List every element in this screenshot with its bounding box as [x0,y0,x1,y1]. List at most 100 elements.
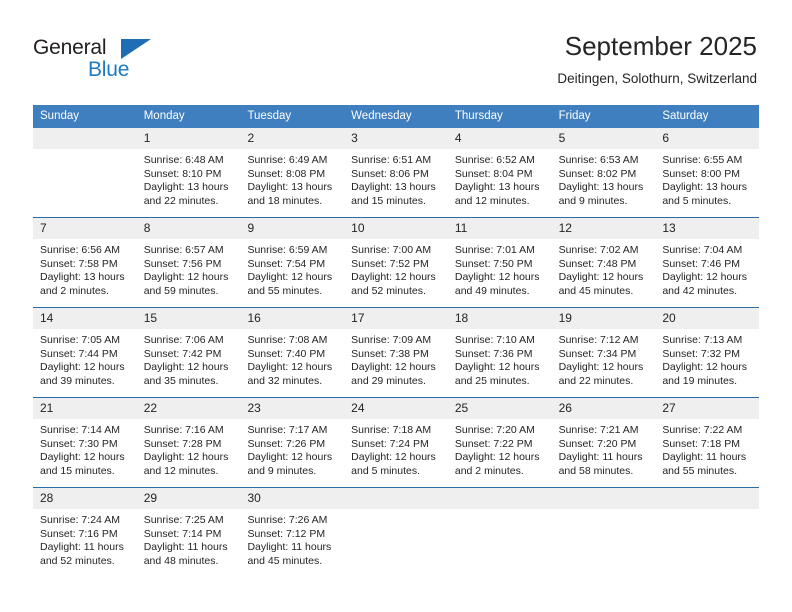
week-detail-band: Sunrise: 7:05 AM Sunset: 7:44 PM Daylight:… [33,329,759,397]
day-number[interactable]: 28 [33,488,137,509]
day-detail-line: Sunrise: 6:57 AM [143,244,224,256]
day-detail-line: and 39 minutes. [40,374,115,387]
day-detail-line: Daylight: 13 hours [143,181,229,194]
day-detail-line: Sunrise: 7:20 AM [454,424,535,436]
day-cell[interactable]: Sunrise: 6:56 AM Sunset: 7:58 PM Daylight:… [33,239,137,307]
day-cell[interactable]: Sunrise: 6:51 AM Sunset: 8:06 PM Daylight:… [344,149,448,217]
day-cell-empty [655,509,759,577]
day-number[interactable]: 11 [448,218,552,239]
day-cell[interactable]: Sunrise: 6:55 AM Sunset: 8:00 PM Daylight:… [655,149,759,217]
day-cell[interactable]: Sunrise: 7:05 AM Sunset: 7:44 PM Daylight:… [33,329,137,397]
day-detail-line: Sunrise: 7:26 AM [247,514,328,526]
day-cell[interactable]: Sunrise: 7:26 AM Sunset: 7:12 PM Daylight:… [240,509,344,577]
day-cell[interactable]: Sunrise: 6:53 AM Sunset: 8:02 PM Daylight:… [552,149,656,217]
day-detail-line: Sunset: 7:44 PM [40,347,118,360]
day-detail-line: Daylight: 11 hours [662,451,747,464]
day-cell[interactable]: Sunrise: 6:57 AM Sunset: 7:56 PM Daylight:… [137,239,241,307]
day-number[interactable]: 19 [552,308,656,329]
day-number[interactable]: 9 [240,218,344,239]
day-number[interactable]: 13 [655,218,759,239]
day-cell[interactable]: Sunrise: 7:08 AM Sunset: 7:40 PM Daylight:… [240,329,344,397]
day-detail-line: Sunset: 7:46 PM [662,257,740,270]
weekday-header-row: Sunday Monday Tuesday Wednesday Thursday… [33,105,759,128]
day-cell[interactable]: Sunrise: 7:21 AM Sunset: 7:20 PM Daylight:… [552,419,656,487]
day-number-empty [655,488,759,509]
week-date-band: 28 29 30 [33,488,759,509]
day-detail-line: Sunrise: 7:24 AM [40,514,120,526]
day-cell[interactable]: Sunrise: 6:49 AM Sunset: 8:08 PM Daylight:… [240,149,344,217]
day-number[interactable]: 17 [344,308,448,329]
day-number[interactable]: 8 [137,218,241,239]
day-number[interactable]: 7 [33,218,137,239]
day-number[interactable]: 10 [344,218,448,239]
day-cell[interactable]: Sunrise: 6:59 AM Sunset: 7:54 PM Daylight:… [240,239,344,307]
day-detail-line: and 59 minutes. [143,284,219,297]
day-cell[interactable]: Sunrise: 6:52 AM Sunset: 8:04 PM Daylight:… [448,149,552,217]
day-number[interactable]: 24 [344,398,448,419]
day-cell[interactable]: Sunrise: 7:16 AM Sunset: 7:28 PM Daylight:… [137,419,241,487]
day-cell[interactable]: Sunrise: 7:12 AM Sunset: 7:34 PM Daylight:… [552,329,656,397]
day-detail-line: Sunrise: 6:56 AM [40,244,120,256]
day-detail-line: Daylight: 13 hours [351,181,436,194]
day-number[interactable]: 1 [137,128,241,149]
day-cell[interactable]: Sunrise: 7:24 AM Sunset: 7:16 PM Daylight:… [33,509,137,577]
day-detail-line: Sunrise: 6:53 AM [558,154,639,166]
day-number[interactable]: 25 [448,398,552,419]
day-number[interactable]: 16 [240,308,344,329]
day-cell[interactable]: Sunrise: 7:01 AM Sunset: 7:50 PM Daylight:… [448,239,552,307]
day-cell[interactable]: Sunrise: 7:06 AM Sunset: 7:42 PM Daylight:… [137,329,241,397]
day-detail-line: Sunset: 8:10 PM [143,167,222,180]
day-cell[interactable]: Sunrise: 7:09 AM Sunset: 7:38 PM Daylight:… [344,329,448,397]
day-detail-line: Sunset: 7:24 PM [351,437,429,450]
day-cell[interactable]: Sunrise: 7:04 AM Sunset: 7:46 PM Daylight:… [655,239,759,307]
day-number[interactable]: 18 [448,308,552,329]
day-detail-line: Sunrise: 7:25 AM [143,514,224,526]
day-cell[interactable]: Sunrise: 7:02 AM Sunset: 7:48 PM Daylight:… [552,239,656,307]
day-cell[interactable]: Sunrise: 7:13 AM Sunset: 7:32 PM Daylight:… [655,329,759,397]
day-number[interactable]: 21 [33,398,137,419]
day-detail-line: Sunrise: 7:22 AM [662,424,743,436]
day-number[interactable]: 30 [240,488,344,509]
day-detail-line: and 5 minutes. [351,464,421,477]
day-detail-line: and 12 minutes. [143,464,219,477]
calendar-weeks: 1 2 3 4 5 6 Sunrise: 6:48 AM Sunset: 8:10 PM Day… [33,128,759,577]
day-detail-line: Sunrise: 6:48 AM [143,154,224,166]
day-number[interactable]: 15 [137,308,241,329]
day-detail-line: Sunset: 7:40 PM [247,347,326,360]
day-cell[interactable]: Sunrise: 7:18 AM Sunset: 7:24 PM Daylight:… [344,419,448,487]
day-number[interactable]: 14 [33,308,137,329]
day-detail-line: and 52 minutes. [351,284,426,297]
day-number[interactable]: 2 [240,128,344,149]
day-number[interactable]: 5 [552,128,656,149]
week-date-band: 123456 [33,128,759,149]
day-number[interactable]: 6 [655,128,759,149]
day-number[interactable]: 20 [655,308,759,329]
weekday-header-saturday: Saturday [662,110,709,122]
day-number[interactable]: 29 [137,488,241,509]
day-detail-line: Sunset: 7:20 PM [558,437,637,450]
day-cell[interactable]: Sunrise: 7:10 AM Sunset: 7:36 PM Daylight:… [448,329,552,397]
day-detail-line: Sunrise: 6:59 AM [247,244,328,256]
day-number[interactable]: 27 [655,398,759,419]
day-number[interactable]: 22 [137,398,241,419]
day-number[interactable]: 4 [448,128,552,149]
day-number[interactable]: 23 [240,398,344,419]
day-cell[interactable]: Sunrise: 7:00 AM Sunset: 7:52 PM Daylight:… [344,239,448,307]
day-cell[interactable]: Sunrise: 7:25 AM Sunset: 7:14 PM Daylight:… [137,509,241,577]
day-detail-line: and 12 minutes. [454,194,530,207]
day-detail-line: Daylight: 12 hours [454,451,540,464]
day-detail-line: and 48 minutes. [143,554,219,567]
day-cell[interactable]: Sunrise: 7:22 AM Sunset: 7:18 PM Daylight:… [655,419,759,487]
day-detail-line: Daylight: 12 hours [247,361,333,374]
day-number[interactable]: 26 [552,398,656,419]
day-detail-line: Sunset: 7:58 PM [40,257,118,270]
day-cell[interactable]: Sunrise: 7:14 AM Sunset: 7:30 PM Daylight:… [33,419,137,487]
day-number[interactable]: 12 [552,218,656,239]
day-number[interactable]: 3 [344,128,448,149]
day-detail-line: and 9 minutes. [247,464,317,477]
day-detail-line: Daylight: 12 hours [40,361,125,374]
day-cell[interactable]: Sunrise: 6:48 AM Sunset: 8:10 PM Daylight:… [137,149,241,217]
day-cell[interactable]: Sunrise: 7:17 AM Sunset: 7:26 PM Daylight:… [240,419,344,487]
day-cell[interactable]: Sunrise: 7:20 AM Sunset: 7:22 PM Daylight:… [448,419,552,487]
general-blue-logo[interactable]: General Blue [33,36,213,82]
